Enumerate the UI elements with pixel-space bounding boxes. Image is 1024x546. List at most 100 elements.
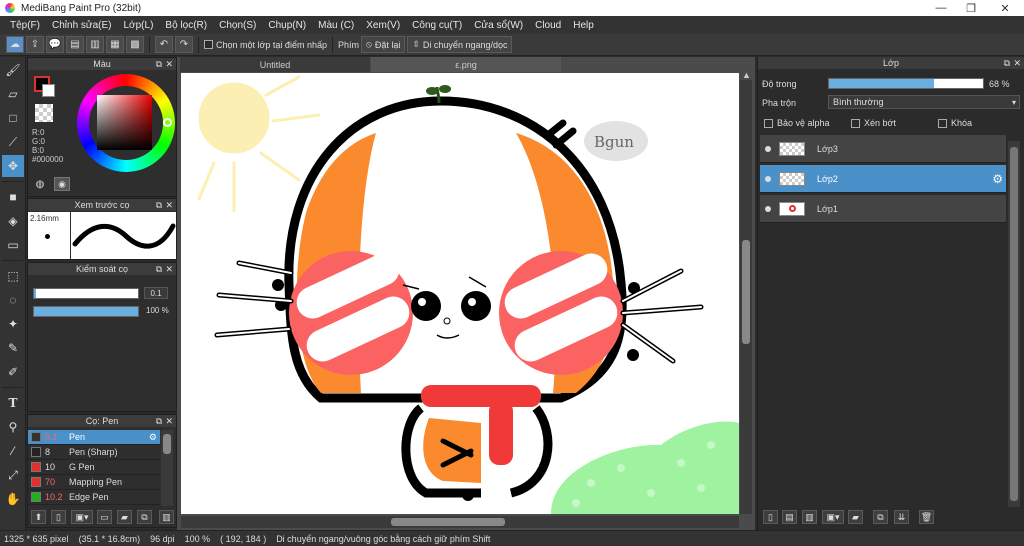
popout-icon[interactable]: ⧉ (156, 200, 162, 211)
hand-tool-icon[interactable]: ✋ (2, 488, 24, 510)
close-panel-icon[interactable]: ✕ (1013, 58, 1021, 69)
menu-help[interactable]: Help (567, 20, 600, 31)
checkbox-box[interactable] (938, 118, 947, 128)
move-hv-button[interactable]: ⇳ Di chuyển ngang/dọc (407, 36, 513, 53)
visibility-icon[interactable] (765, 145, 771, 152)
select-pen-tool-icon[interactable]: ✎ (2, 337, 24, 359)
new-mono-layer-icon[interactable]: ▥ (802, 510, 817, 524)
move-tool-icon[interactable]: ✥ (2, 155, 24, 177)
transparent-color-swatch[interactable] (35, 104, 53, 122)
popout-icon[interactable]: ⧉ (156, 416, 162, 427)
fill-rect-tool-icon[interactable]: ■ (2, 186, 24, 208)
scroll-thumb[interactable] (391, 518, 505, 526)
canvas-horizontal-scrollbar[interactable] (181, 516, 739, 528)
scroll-thumb[interactable] (163, 434, 171, 454)
layers-scrollbar[interactable] (1008, 141, 1020, 507)
brush-item[interactable]: 8 Pen (Sharp) (28, 445, 160, 460)
delete-layer-icon[interactable]: 🗑 (919, 510, 934, 524)
checkbox-box[interactable] (204, 40, 213, 49)
brush-item[interactable]: 0.1 Pen ⚙ (28, 430, 160, 445)
brush-item[interactable]: 10 G Pen (28, 460, 160, 475)
checkbox-box[interactable] (851, 118, 860, 128)
tab-epng[interactable]: ε.png (371, 57, 561, 72)
palette-icon[interactable]: ◍ (32, 177, 48, 191)
upload-icon[interactable]: ⇪ (26, 36, 44, 53)
menu-layer[interactable]: Lớp(L) (118, 20, 160, 31)
menu-tools[interactable]: Công cụ(T) (406, 20, 468, 31)
visibility-icon[interactable] (765, 175, 771, 182)
bucket-tool-icon[interactable]: ◈ (2, 210, 24, 232)
material-icon[interactable]: ▦ (106, 36, 124, 53)
popout-icon[interactable]: ⧉ (156, 264, 162, 275)
lasso-tool-icon[interactable]: ◌ (2, 289, 24, 311)
layer-row[interactable]: Lớp2 ⚙ (760, 165, 1006, 193)
close-panel-icon[interactable]: ✕ (165, 59, 173, 70)
operation-tool-icon[interactable]: ⚲ (2, 416, 24, 438)
brush-copy-icon[interactable]: ▭ (97, 510, 112, 524)
select-layer-checkbox[interactable]: Chọn một lớp tại điểm nhấp (204, 40, 327, 50)
undo-icon[interactable]: ↶ (155, 36, 173, 53)
color-picker-icon[interactable]: ◉ (54, 177, 70, 191)
blend-mode-select[interactable]: Bình thường ▾ (828, 95, 1020, 109)
popout-icon[interactable]: ⧉ (1004, 58, 1010, 69)
folder-icon[interactable]: ▰ (117, 510, 132, 524)
select-tool-icon[interactable]: ⬚ (2, 265, 24, 287)
new-halftone-layer-icon[interactable]: ▤ (782, 510, 797, 524)
brush-list-scrollbar[interactable] (161, 430, 173, 506)
drawing-canvas[interactable]: Bgun (181, 73, 739, 514)
brush-menu-icon[interactable]: ▣▾ (71, 510, 93, 524)
canvas-vertical-scrollbar[interactable] (740, 80, 752, 514)
menu-cloud[interactable]: Cloud (529, 20, 567, 31)
menu-window[interactable]: Cửa sổ(W) (468, 20, 529, 31)
eyedropper-tool-icon[interactable]: ⁄ (2, 440, 24, 462)
redo-icon[interactable]: ↷ (175, 36, 193, 53)
add-brush-icon[interactable]: ⬆ (31, 510, 46, 524)
scroll-thumb[interactable] (1010, 147, 1018, 501)
new-layer-icon[interactable]: ▯ (763, 510, 778, 524)
menu-view[interactable]: Xem(V) (360, 20, 406, 31)
secondary-color-swatch[interactable] (42, 84, 55, 97)
grid-icon[interactable]: ▩ (126, 36, 144, 53)
rect-select-tool-icon[interactable]: □ (2, 107, 24, 129)
close-panel-icon[interactable]: ✕ (165, 264, 173, 275)
delete-brush-icon[interactable]: ▥ (159, 510, 174, 524)
magic-wand-tool-icon[interactable]: ✦ (2, 313, 24, 335)
brush-size-value[interactable]: 0.1 (144, 287, 168, 299)
saturation-value-square[interactable] (97, 95, 152, 150)
clipping-checkbox[interactable]: Xén bớt (851, 118, 896, 128)
scroll-up-arrow-icon[interactable]: ▲ (742, 70, 751, 80)
document-icon[interactable]: ▥ (86, 36, 104, 53)
cloud-icon[interactable]: ☁ (6, 36, 24, 53)
menu-select[interactable]: Chọn(S) (213, 20, 262, 31)
brush-item[interactable]: 70 Mapping Pen (28, 475, 160, 490)
restore-button[interactable]: ❐ (956, 0, 986, 16)
comment-icon[interactable]: 💬 (46, 36, 64, 53)
duplicate-layer-icon[interactable]: ⧉ (873, 510, 888, 524)
layer-row[interactable]: Lớp3 (760, 135, 1006, 163)
merge-layer-icon[interactable]: ⇊ (894, 510, 909, 524)
dot-tool-icon[interactable]: ⟋ (2, 131, 24, 153)
brush-item[interactable]: 10.2 Edge Pen (28, 490, 160, 505)
text-tool-icon[interactable]: T (2, 392, 24, 414)
eraser-tool-icon[interactable]: ▱ (2, 83, 24, 105)
tab-untitled[interactable]: Untitled (180, 57, 370, 72)
lock-checkbox[interactable]: Khóa (938, 118, 972, 128)
duplicate-icon[interactable]: ⧉ (137, 510, 152, 524)
scroll-thumb[interactable] (742, 240, 750, 344)
layer-menu-icon[interactable]: ▣▾ (822, 510, 844, 524)
select-eraser-tool-icon[interactable]: ✐ (2, 361, 24, 383)
artwork[interactable]: Bgun (181, 73, 739, 514)
hue-marker[interactable] (163, 118, 172, 127)
gear-icon[interactable]: ⚙ (992, 172, 1003, 186)
popout-icon[interactable]: ⧉ (156, 59, 162, 70)
minimize-button[interactable]: — (926, 0, 956, 16)
close-button[interactable]: ✕ (990, 0, 1020, 16)
brush-opacity-slider[interactable] (33, 306, 139, 317)
layer-row[interactable]: Lớp1 (760, 195, 1006, 223)
visibility-icon[interactable] (765, 205, 771, 212)
menu-edit[interactable]: Chỉnh sửa(E) (46, 20, 118, 31)
brush-size-slider[interactable] (33, 288, 139, 299)
note-icon[interactable]: ▤ (66, 36, 84, 53)
layer-folder-icon[interactable]: ▰ (848, 510, 863, 524)
brush-tool-icon[interactable]: 🖌 (2, 59, 24, 81)
